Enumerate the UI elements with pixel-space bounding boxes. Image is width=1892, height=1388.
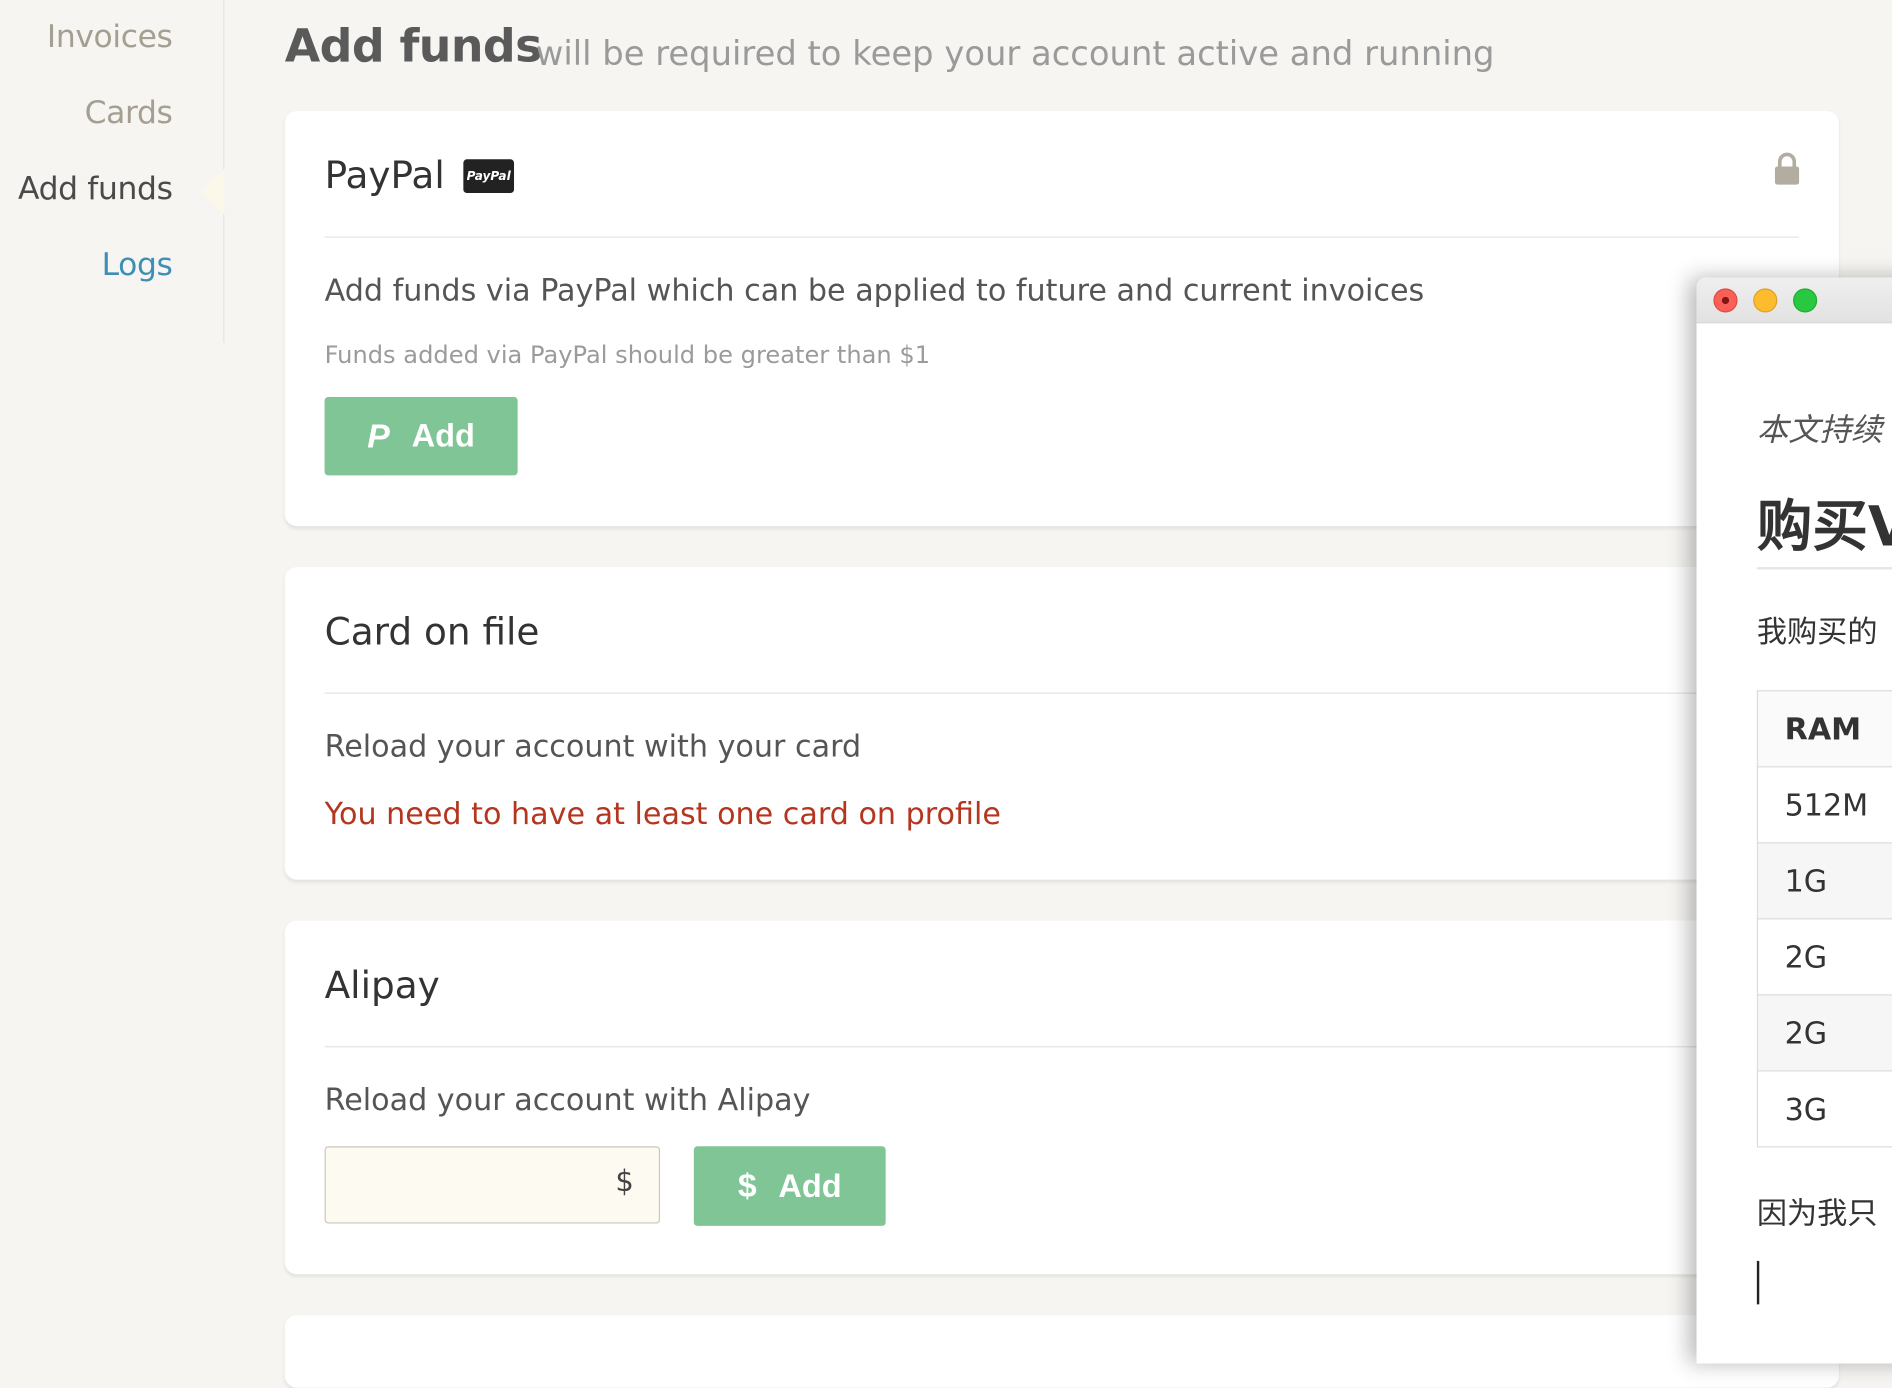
paypal-add-button[interactable]: P Add: [324, 396, 518, 476]
dollar-icon: $: [737, 1166, 757, 1205]
paypal-title: PayPal: [324, 154, 445, 198]
table-cell: 3G: [1756, 1070, 1892, 1148]
page-title: Add funds: [284, 19, 543, 73]
alipay-description: Reload your account with Alipay: [324, 1082, 811, 1118]
alipay-amount-input[interactable]: [324, 1146, 661, 1224]
sidebar-item-logs[interactable]: Logs: [102, 247, 173, 283]
document-paragraph: 因为我只: [1756, 1195, 1878, 1231]
text-cursor: [1756, 1260, 1760, 1305]
document-heading: 购买V: [1756, 493, 1892, 559]
divider: [324, 692, 1800, 694]
table-cell: 1G: [1756, 842, 1892, 920]
card-on-file-description: Reload your account with your card: [324, 728, 862, 764]
document-intro: 本文持续: [1756, 412, 1883, 449]
table-row: 512M: [1756, 766, 1892, 844]
sidebar-nav: Invoices Cards Add funds Logs: [0, 0, 225, 343]
table-cell: 2G: [1756, 918, 1892, 996]
paypal-description: Add funds via PayPal which can be applie…: [324, 272, 1425, 308]
table-cell: 512M: [1756, 766, 1892, 844]
card-on-file-error: You need to have at least one card on pr…: [324, 796, 1001, 832]
alipay-add-button[interactable]: $ Add: [693, 1146, 886, 1226]
paypal-minimum-note: Funds added via PayPal should be greater…: [324, 340, 931, 370]
page-subtitle: will be required to keep your account ac…: [535, 33, 1495, 74]
window-titlebar[interactable]: [1696, 277, 1892, 324]
card-on-file-title: Card on file: [324, 610, 540, 654]
table-header-ram: RAM: [1756, 690, 1892, 768]
table-row: 3G: [1756, 1070, 1892, 1148]
divider: [324, 1046, 1800, 1048]
editor-window: 本文持续 购买V 我购买的 RAM 512M 1G 2G 2G 3G 因为我只: [1696, 277, 1892, 1364]
table-cell: 2G: [1756, 994, 1892, 1072]
sidebar-item-cards[interactable]: Cards: [85, 95, 173, 131]
paypal-logo-icon: PayPal: [463, 159, 515, 194]
heading-rule: [1756, 567, 1892, 570]
paypal-card: PayPal PayPal Add funds via PayPal which…: [284, 111, 1839, 527]
table-row: 2G: [1756, 994, 1892, 1072]
active-item-pointer: [201, 168, 225, 215]
minimize-window-icon[interactable]: [1753, 288, 1778, 313]
paypal-icon: P: [367, 416, 390, 455]
next-payment-card: [284, 1315, 1839, 1388]
ram-table: RAM 512M 1G 2G 2G 3G: [1756, 690, 1892, 1148]
card-on-file-card: Card on file Reload your account with yo…: [284, 567, 1839, 880]
dollar-icon: $: [615, 1164, 634, 1199]
alipay-add-label: Add: [778, 1167, 842, 1204]
table-row: 2G: [1756, 918, 1892, 996]
sidebar-item-invoices[interactable]: Invoices: [47, 19, 173, 55]
divider: [324, 236, 1800, 238]
maximize-window-icon[interactable]: [1793, 288, 1818, 313]
table-row: 1G: [1756, 842, 1892, 920]
sidebar-item-add-funds[interactable]: Add funds: [18, 171, 173, 207]
lock-icon: [1774, 152, 1800, 185]
alipay-title: Alipay: [324, 964, 440, 1008]
close-window-icon[interactable]: [1713, 288, 1738, 313]
alipay-card: Alipay Reload your account with Alipay $…: [284, 920, 1839, 1275]
paypal-add-label: Add: [411, 417, 475, 454]
document-paragraph: 我购买的: [1756, 614, 1878, 650]
